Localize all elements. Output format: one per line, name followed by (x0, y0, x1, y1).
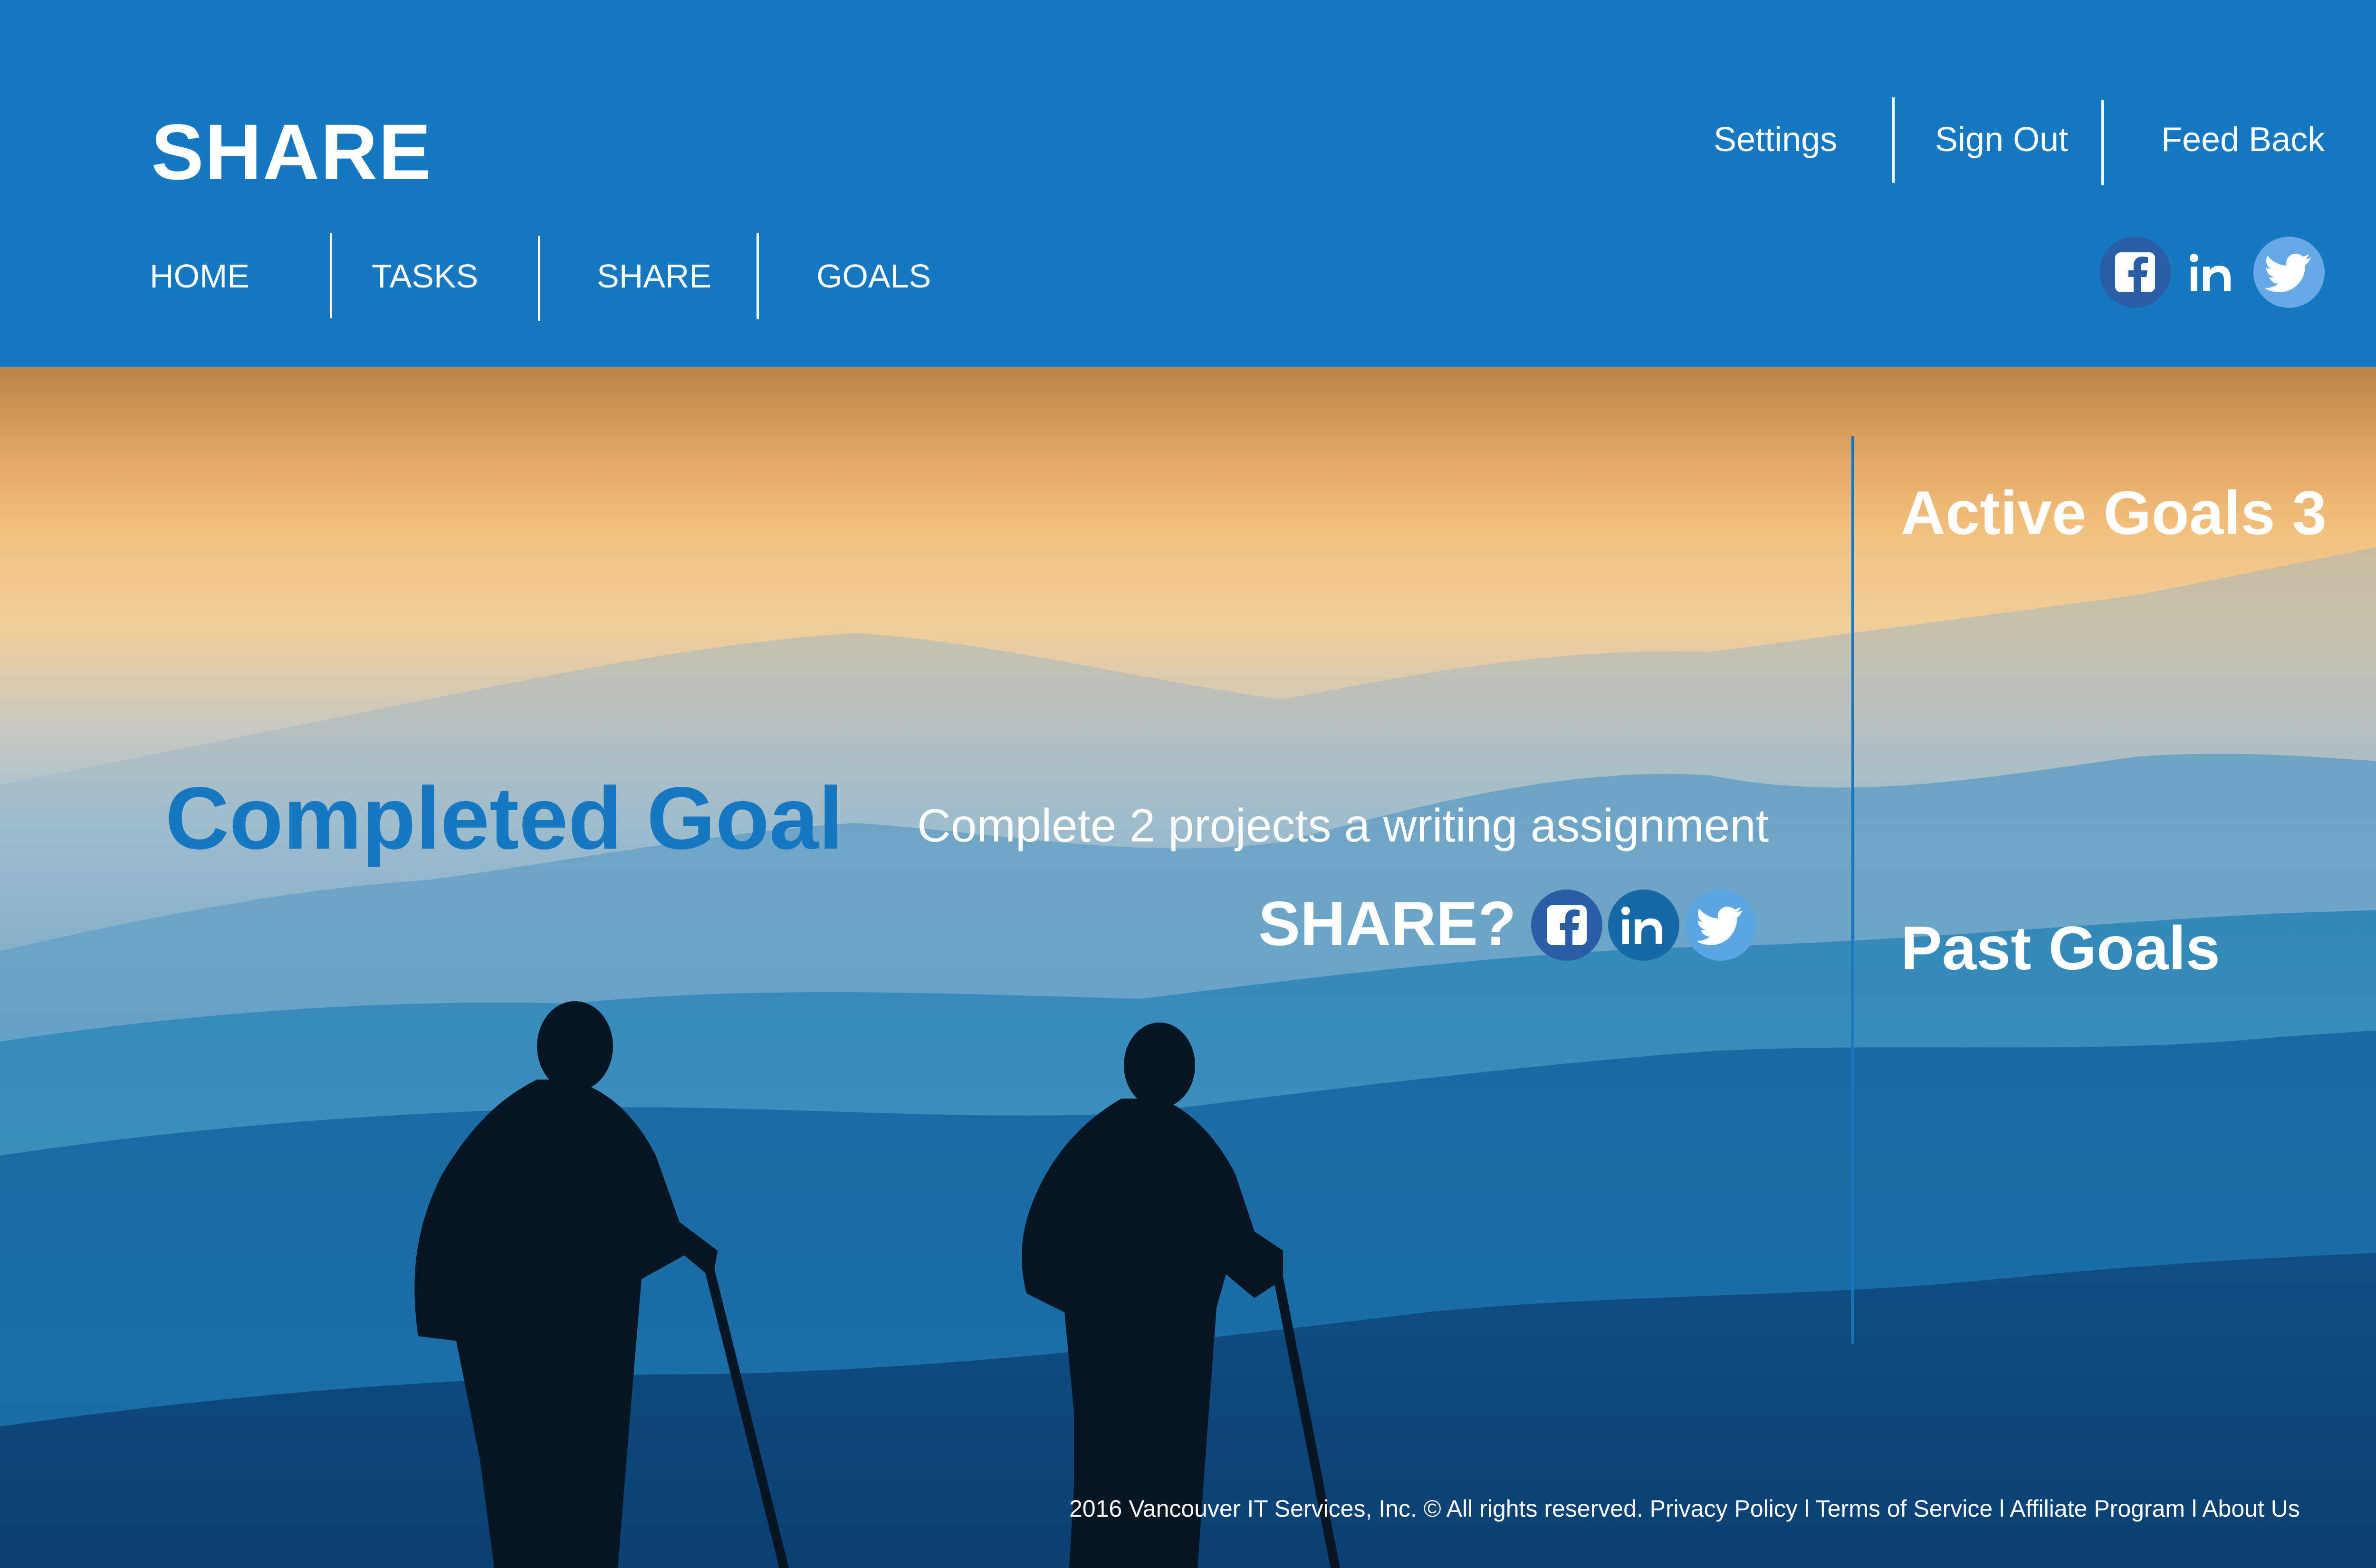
share-facebook-icon[interactable] (1531, 889, 1602, 961)
feedback-link[interactable]: Feed Back (2161, 123, 2325, 157)
share-twitter-icon[interactable] (1685, 889, 1756, 961)
nav-home[interactable]: HOME (150, 259, 249, 293)
share-prompt: SHARE? (1258, 889, 1516, 958)
footer-link-privacy[interactable]: Privacy Policy (1650, 1495, 1798, 1522)
footer-copyright: 2016 Vancouver IT Services, Inc. © All r… (1069, 1495, 1643, 1522)
header-bar: SHARE Settings Sign Out Feed Back HOME T… (0, 0, 2376, 367)
active-goals-link[interactable]: Active Goals 3 (1901, 482, 2327, 544)
share-linkedin-icon[interactable] (1608, 889, 1679, 961)
facebook-icon[interactable] (2099, 237, 2171, 308)
site-logo[interactable]: SHARE (151, 113, 432, 192)
top-nav-divider (1892, 97, 1895, 183)
sign-out-link[interactable]: Sign Out (1935, 123, 2068, 157)
footer-separator: l (1804, 1495, 1810, 1522)
twitter-glyph (2265, 254, 2311, 292)
sidebar-divider (1851, 436, 1854, 1344)
twitter-icon[interactable] (2253, 237, 2325, 308)
linkedin-icon[interactable] (2176, 237, 2248, 308)
linkedin-glyph (2190, 254, 2231, 291)
top-nav-divider (2101, 100, 2104, 185)
facebook-glyph (1547, 905, 1587, 945)
main-nav-divider (538, 236, 540, 321)
settings-link[interactable]: Settings (1714, 123, 1837, 157)
main-nav-divider (330, 233, 332, 318)
past-goals-link[interactable]: Past Goals (1901, 917, 2220, 979)
footer-link-affiliate[interactable]: Affiliate Program (2010, 1495, 2185, 1522)
nav-share[interactable]: SHARE (597, 259, 711, 293)
completed-goal-title: Completed Goal (165, 769, 843, 868)
footer-separator: l (2191, 1495, 2197, 1522)
main-nav-divider (757, 233, 759, 319)
page: SHARE Settings Sign Out Feed Back HOME T… (0, 0, 2376, 1568)
facebook-glyph (2115, 252, 2155, 292)
footer: 2016 Vancouver IT Services, Inc. © All r… (1069, 1497, 2300, 1520)
linkedin-glyph (1621, 907, 1662, 944)
twitter-glyph (1697, 907, 1743, 945)
footer-separator: l (1999, 1495, 2005, 1522)
nav-tasks[interactable]: TASKS (372, 259, 478, 293)
footer-link-terms[interactable]: Terms of Service (1816, 1495, 1993, 1522)
nav-goals[interactable]: GOALS (816, 259, 931, 293)
footer-link-about[interactable]: About Us (2202, 1495, 2300, 1522)
hero-background: Completed Goal Complete 2 projects a wri… (0, 367, 2376, 1568)
goal-description: Complete 2 projects a writing assignment (917, 799, 1769, 851)
